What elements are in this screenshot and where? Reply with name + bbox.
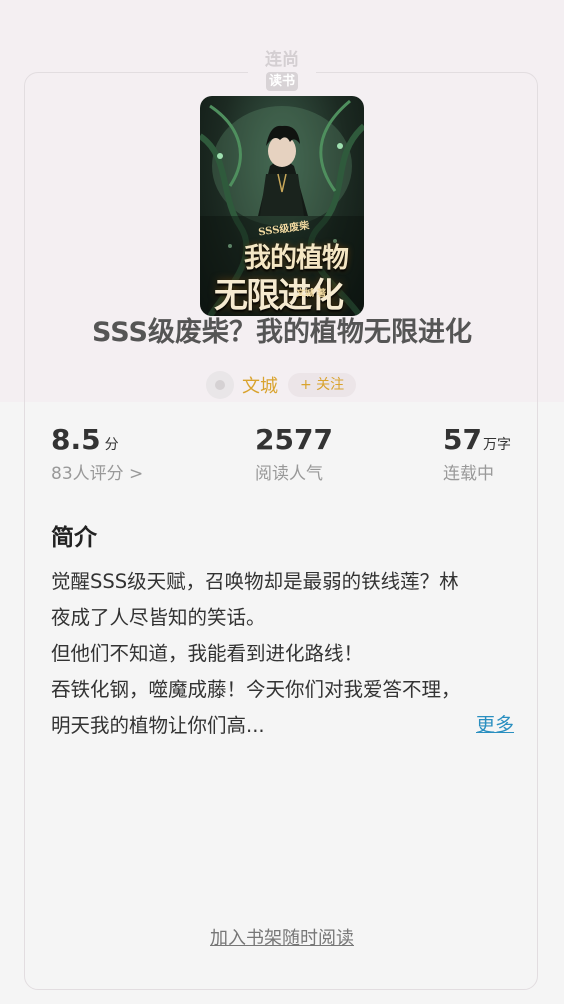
rating-stat[interactable]: 8.5 分 83人评分 > (51, 422, 143, 488)
intro-line: 吞铁化钢，噬魔成藤！今天你们对我爱答不理， (51, 678, 461, 701)
intro-line: 夜成了人尽皆知的笑话。 (51, 606, 266, 629)
popularity-label: 阅读人气 (255, 464, 323, 484)
rating-unit: 分 (104, 437, 119, 453)
rating-value: 8.5 (51, 423, 101, 456)
cover-author-text: 文城 著 (296, 289, 327, 299)
book-cover[interactable]: SSS级废柴 我的植物 无限进化 文城 著 (200, 96, 364, 316)
word-count-value: 57 (443, 423, 482, 456)
brand-line1: 连尚 (265, 50, 299, 70)
brand-line2: 读书 (265, 72, 298, 91)
author-avatar[interactable] (206, 371, 234, 399)
book-title: SSS级废柴？我的植物无限进化 (92, 317, 472, 348)
word-count-stat: 57万字 连载中 (443, 422, 511, 488)
intro-line: 觉醒SSS级天赋，召唤物却是最弱的铁线莲？林 (51, 570, 459, 593)
author-row: 文城 + 关注 (206, 370, 357, 400)
rating-count-link[interactable]: 83人评分 > (51, 460, 143, 488)
more-link[interactable]: 更多 (476, 710, 514, 737)
brand-logo: 连尚 读书 (248, 50, 316, 94)
serial-status: 连载中 (443, 464, 494, 484)
popularity-value: 2577 (255, 423, 333, 456)
word-count-unit: 万字 (482, 437, 511, 453)
avatar-placeholder-icon (215, 380, 225, 390)
intro-heading: 简介 (51, 525, 97, 551)
intro-text: 觉醒SSS级天赋，召唤物却是最弱的铁线莲？林 夜成了人尽皆知的笑话。 但他们不知… (51, 564, 513, 744)
popularity-stat: 2577 阅读人气 (255, 422, 333, 488)
intro-line: 但他们不知道，我能看到进化路线！ (51, 642, 364, 665)
author-name-link[interactable]: 文城 (242, 372, 278, 398)
intro-line: 明天我的植物让你们高... (51, 714, 265, 737)
add-to-shelf-link[interactable]: 加入书架随时阅读 (0, 924, 564, 950)
follow-button[interactable]: + 关注 (288, 373, 357, 397)
